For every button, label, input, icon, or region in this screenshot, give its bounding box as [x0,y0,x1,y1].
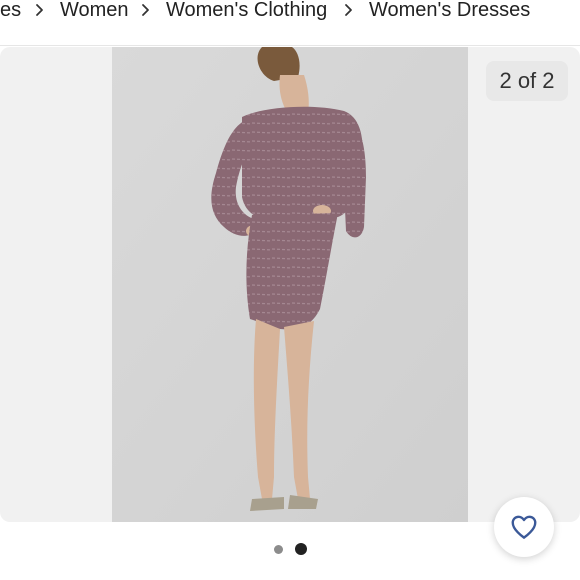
breadcrumb-item-partial[interactable]: es [0,0,21,23]
breadcrumb-item-womens-dresses[interactable]: Women's Dresses [369,0,530,23]
heart-icon [511,515,537,539]
chevron-right-icon [36,4,43,16]
image-gallery[interactable]: 2 of 2 [0,47,580,522]
breadcrumb-item-women[interactable]: Women [60,0,129,23]
product-photo[interactable] [112,47,468,522]
pagination-dots [272,542,312,556]
like-button[interactable] [494,497,554,557]
pagination-dot-active[interactable] [295,543,307,555]
chevron-right-icon [345,4,352,16]
pagination-dot[interactable] [274,545,283,554]
breadcrumb: es Women Women's Clothing Women's Dresse… [0,0,580,46]
breadcrumb-item-womens-clothing[interactable]: Women's Clothing [166,0,327,23]
image-counter: 2 of 2 [486,61,568,101]
chevron-right-icon [142,4,149,16]
